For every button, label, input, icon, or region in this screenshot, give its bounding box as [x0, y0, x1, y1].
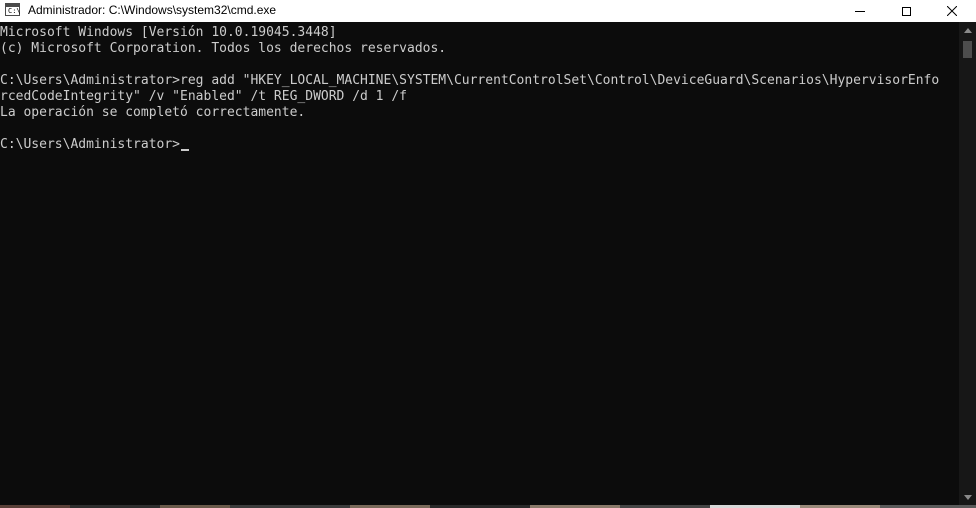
scroll-down-icon[interactable] — [959, 489, 976, 506]
console-output[interactable]: Microsoft Windows [Versión 10.0.19045.34… — [0, 22, 960, 506]
minimize-icon — [855, 10, 865, 12]
maximize-button[interactable] — [883, 0, 929, 22]
text-cursor — [181, 149, 190, 151]
console-line: (c) Microsoft Corporation. Todos los der… — [0, 41, 447, 56]
console-line: C:\Users\Administrator>reg add "HKEY_LOC… — [0, 73, 940, 88]
cmd-app-icon[interactable]: C:\ — [5, 3, 21, 16]
maximize-icon — [901, 6, 911, 16]
prompt-line[interactable]: C:\Users\Administrator> — [0, 137, 190, 153]
window-title: Administrador: C:\Windows\system32\cmd.e… — [28, 3, 277, 17]
close-button[interactable] — [929, 0, 975, 22]
prompt-text: C:\Users\Administrator> — [0, 137, 181, 152]
scrollbar-thumb[interactable] — [963, 41, 972, 58]
console-line: rcedCodeIntegrity" /v "Enabled" /t REG_D… — [0, 89, 407, 104]
console-line: Microsoft Windows [Versión 10.0.19045.34… — [0, 25, 337, 40]
title-bar[interactable]: C:\ Administrador: C:\Windows\system32\c… — [0, 0, 976, 22]
scroll-up-icon[interactable] — [959, 22, 976, 39]
minimize-button[interactable] — [837, 0, 883, 22]
cmd-icon-prompt: C:\ — [8, 7, 21, 15]
cmd-window: C:\ Administrador: C:\Windows\system32\c… — [0, 0, 976, 508]
vertical-scrollbar[interactable] — [959, 22, 976, 506]
close-icon — [947, 6, 957, 16]
console-line: La operación se completó correctamente. — [0, 105, 306, 120]
